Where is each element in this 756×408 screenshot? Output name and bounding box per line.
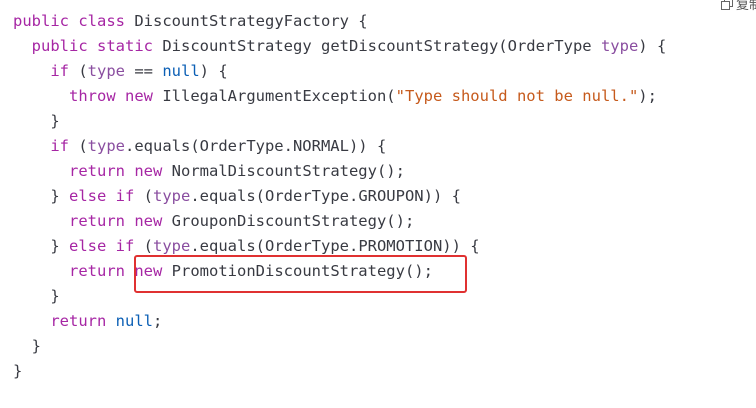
code-token: type bbox=[87, 137, 125, 155]
copy-button-label: 复制 bbox=[735, 0, 756, 13]
code-token: else bbox=[69, 187, 107, 205]
code-token: static bbox=[97, 37, 154, 55]
code-token: } bbox=[13, 287, 60, 305]
code-token: type bbox=[600, 37, 639, 55]
code-token: return bbox=[69, 262, 125, 280]
code-token: new bbox=[134, 162, 163, 180]
code-token: if bbox=[115, 187, 135, 205]
code-token: public bbox=[31, 37, 88, 55]
code-token: .equals(OrderType.PROMOTION)) { bbox=[190, 237, 480, 255]
code-token: public bbox=[13, 12, 69, 30]
code-token: throw bbox=[69, 87, 116, 105]
code-token: new bbox=[134, 212, 163, 230]
code-token: GrouponDiscountStrategy(); bbox=[162, 212, 415, 230]
code-token: ; bbox=[153, 312, 163, 330]
code-token: } bbox=[13, 237, 69, 255]
code-token: PromotionDiscountStrategy(); bbox=[162, 262, 433, 280]
code-token: ) { bbox=[638, 37, 667, 55]
code-token: .equals(OrderType.NORMAL)) { bbox=[125, 137, 387, 155]
code-token: ( bbox=[134, 237, 154, 255]
code-line: return new GrouponDiscountStrategy(); bbox=[13, 209, 666, 234]
code-token: NormalDiscountStrategy(); bbox=[162, 162, 405, 180]
code-token: } bbox=[13, 187, 69, 205]
code-line: } bbox=[13, 109, 666, 134]
code-token: if bbox=[50, 137, 69, 155]
code-token: if bbox=[50, 62, 69, 80]
code-token: DiscountStrategyFactory { bbox=[125, 12, 368, 30]
code-token: null bbox=[162, 62, 200, 80]
code-line: public class DiscountStrategyFactory { bbox=[13, 9, 666, 34]
code-token: == bbox=[125, 62, 163, 80]
code-line: } bbox=[13, 284, 666, 309]
code-token: new bbox=[125, 87, 154, 105]
code-token: if bbox=[115, 237, 135, 255]
code-line: public static DiscountStrategy getDiscou… bbox=[13, 34, 667, 59]
code-token: new bbox=[134, 262, 163, 280]
code-token: type bbox=[87, 62, 125, 80]
code-token: type bbox=[153, 187, 191, 205]
code-line: } else if (type.equals(OrderType.PROMOTI… bbox=[13, 234, 666, 259]
code-line: throw new IllegalArgumentException("Type… bbox=[13, 84, 666, 109]
code-token: return bbox=[50, 312, 107, 330]
code-line: return null; bbox=[13, 309, 666, 334]
code-token: IllegalArgumentException( bbox=[153, 87, 396, 105]
code-token: ); bbox=[638, 87, 657, 105]
code-token: else bbox=[69, 237, 107, 255]
code-token: DiscountStrategy getDiscountStrategy(Ord… bbox=[153, 37, 601, 55]
code-token: .equals(OrderType.GROUPON)) { bbox=[190, 187, 461, 205]
code-token: return bbox=[69, 212, 125, 230]
code-token: ( bbox=[69, 62, 88, 80]
code-token: return bbox=[69, 162, 125, 180]
code-line: } else if (type.equals(OrderType.GROUPON… bbox=[13, 184, 666, 209]
code-block[interactable]: public class DiscountStrategyFactory { p… bbox=[13, 9, 666, 384]
code-token: ( bbox=[69, 137, 88, 155]
code-token: ( bbox=[134, 187, 154, 205]
code-line: } bbox=[13, 359, 666, 384]
code-line: } bbox=[13, 334, 666, 359]
code-token: } bbox=[13, 112, 60, 130]
code-token: "Type should not be null." bbox=[395, 87, 639, 105]
code-line: return new PromotionDiscountStrategy(); bbox=[13, 259, 666, 284]
code-line: if (type.equals(OrderType.NORMAL)) { bbox=[13, 134, 666, 159]
code-token: type bbox=[153, 237, 191, 255]
code-token: null bbox=[115, 312, 153, 330]
code-line: if (type == null) { bbox=[13, 59, 666, 84]
code-line: return new NormalDiscountStrategy(); bbox=[13, 159, 666, 184]
code-token: } bbox=[13, 362, 23, 380]
copy-icon bbox=[720, 0, 733, 10]
copy-button[interactable]: 复制 bbox=[720, 0, 756, 13]
code-token: } bbox=[13, 337, 41, 355]
code-token: class bbox=[78, 12, 126, 30]
code-token: ) { bbox=[199, 62, 228, 80]
